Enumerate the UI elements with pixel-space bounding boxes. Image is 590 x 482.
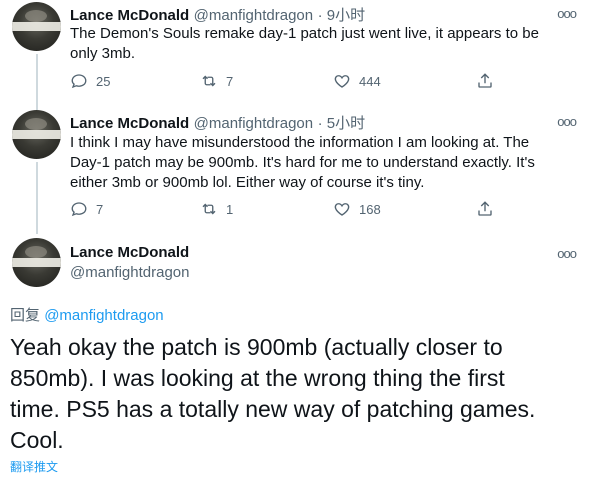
tweet-line: either 3mb or 900mb lol. Either way of c…	[70, 174, 425, 191]
tweet-line: I think I may have misunderstood the inf…	[70, 134, 530, 151]
retweet-button[interactable]: 7	[200, 72, 233, 90]
tweet-line: only 3mb.	[70, 45, 136, 62]
avatar[interactable]	[12, 2, 61, 51]
more-options-icon[interactable]: ooo	[557, 114, 577, 129]
reply-button[interactable]: 25	[70, 72, 110, 90]
tweet-text: I think I may have misunderstood the inf…	[70, 133, 535, 193]
avatar[interactable]	[12, 238, 61, 287]
retweet-icon	[202, 203, 216, 215]
like-button[interactable]: 444	[333, 72, 381, 90]
more-options-icon[interactable]: ooo	[557, 6, 577, 21]
retweet-count: 1	[226, 201, 234, 217]
avatar[interactable]	[12, 110, 61, 159]
reply-count: 25	[96, 73, 111, 89]
main-tweet-text: Yeah okay the patch is 900mb (actually c…	[10, 332, 535, 456]
tweet-line: 850mb). I was looking at the wrong thing…	[10, 365, 505, 391]
timestamp[interactable]: · 9小时	[318, 7, 366, 24]
more-options-icon[interactable]: ooo	[557, 246, 577, 261]
tweet-text: The Demon's Souls remake day-1 patch jus…	[70, 24, 539, 64]
replying-to: 回复 @manfightdragon	[10, 304, 164, 325]
author-name[interactable]: Lance McDonald	[70, 7, 189, 24]
tweet-line: Day-1 patch may be 900mb. It's hard for …	[70, 154, 535, 171]
share-button[interactable]	[476, 72, 502, 90]
reply-button[interactable]: 7	[70, 200, 103, 218]
reply-icon	[71, 202, 87, 217]
author-name[interactable]: Lance McDonald	[70, 115, 189, 132]
like-count: 444	[359, 73, 381, 89]
tweet-line: time. PS5 has a totally new way of patch…	[10, 396, 536, 422]
retweet-icon	[202, 75, 216, 87]
thread-line	[36, 162, 38, 234]
like-button[interactable]: 168	[333, 200, 381, 218]
translate-tweet-link[interactable]: 翻译推文	[10, 458, 58, 475]
reply-prefix: 回复	[10, 307, 41, 324]
reply-to-handle[interactable]: @manfightdragon	[44, 307, 163, 324]
share-icon	[478, 201, 492, 216]
retweet-count: 7	[226, 73, 234, 89]
tweet-header: Lance McDonald @manfightdragon · 9小时	[70, 4, 365, 25]
tweet-line: Cool.	[10, 427, 64, 453]
retweet-button[interactable]: 1	[200, 200, 233, 218]
share-icon	[478, 73, 492, 88]
heart-icon	[334, 75, 350, 88]
author-handle[interactable]: @manfightdragon	[194, 7, 313, 24]
reply-count: 7	[96, 201, 104, 217]
author-handle[interactable]: @manfightdragon	[70, 264, 189, 281]
thread-line	[36, 54, 38, 110]
tweet-header: Lance McDonald @manfightdragon · 5小时	[70, 112, 365, 133]
tweet-line: The Demon's Souls remake day-1 patch jus…	[70, 25, 539, 42]
timestamp[interactable]: · 5小时	[318, 115, 366, 132]
tweet-line: Yeah okay the patch is 900mb (actually c…	[10, 334, 503, 360]
reply-icon	[71, 74, 87, 89]
author-name[interactable]: Lance McDonald	[70, 244, 189, 261]
author-handle[interactable]: @manfightdragon	[194, 115, 313, 132]
heart-icon	[334, 203, 350, 216]
share-button[interactable]	[476, 200, 502, 218]
like-count: 168	[359, 201, 381, 217]
